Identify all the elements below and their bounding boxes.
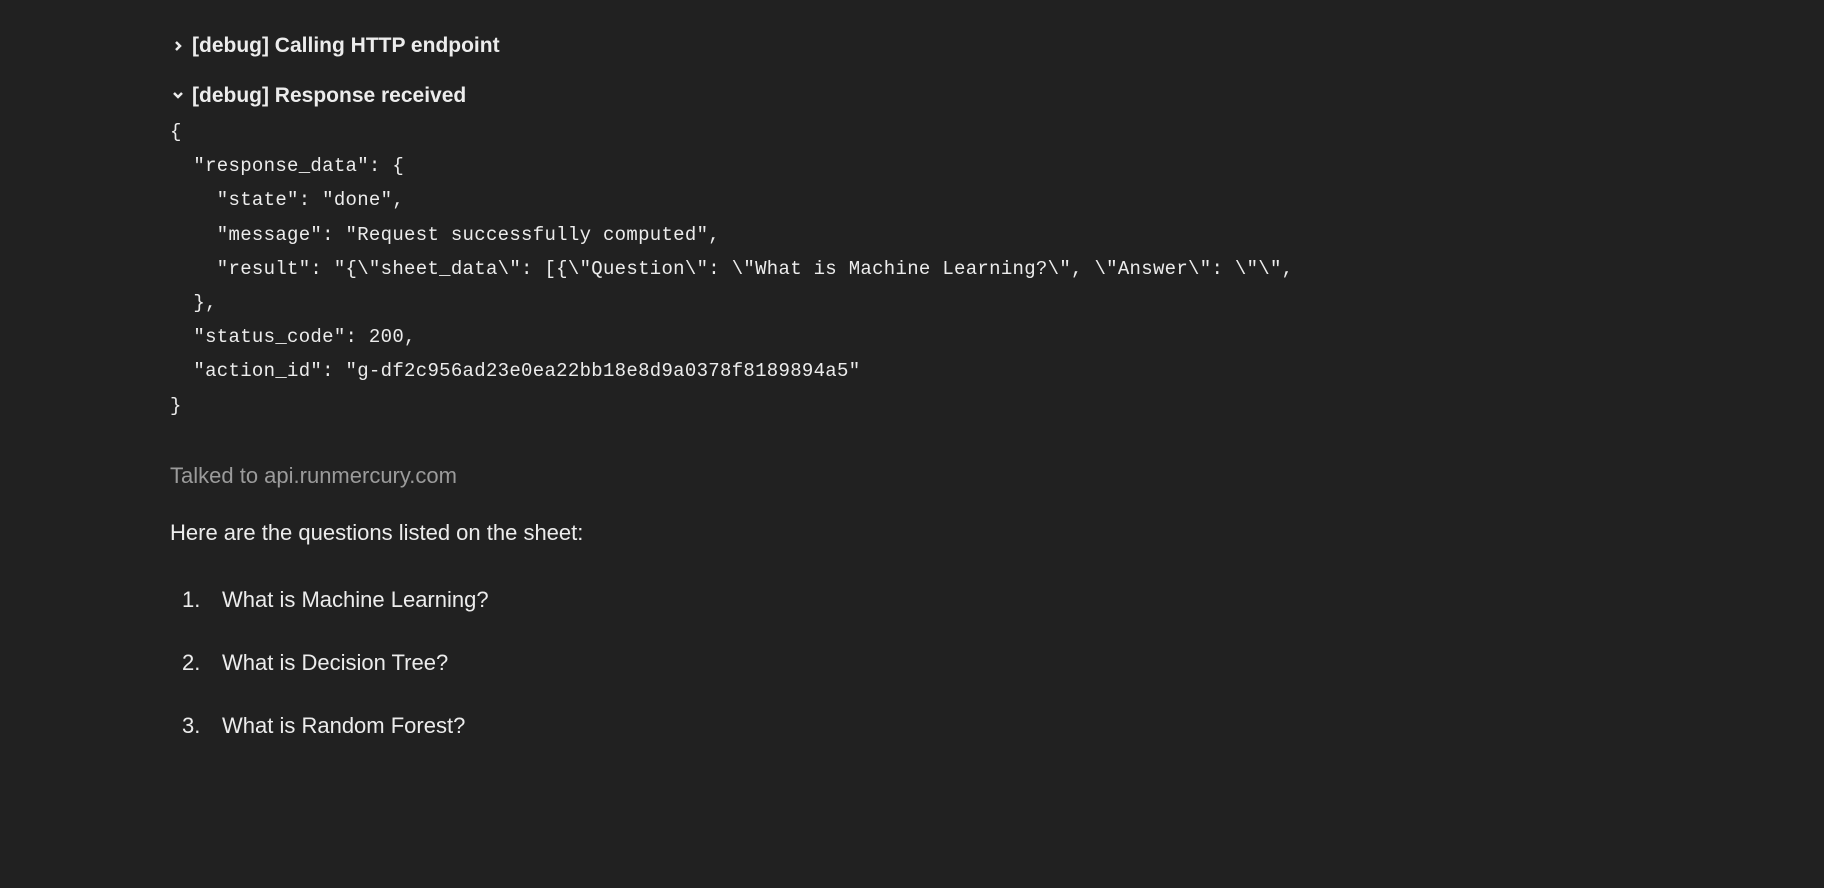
chevron-right-icon: [170, 40, 186, 52]
debug-label-calling: [debug] Calling HTTP endpoint: [192, 30, 500, 62]
debug-section-collapsed: [debug] Calling HTTP endpoint: [170, 30, 1824, 62]
chevron-down-icon: [170, 89, 186, 101]
question-text: What is Decision Tree?: [222, 646, 448, 679]
debug-toggle-response[interactable]: [debug] Response received: [170, 80, 1824, 112]
intro-text: Here are the questions listed on the she…: [170, 516, 1824, 549]
debug-response-body: { "response_data": { "state": "done", "m…: [170, 115, 1824, 423]
talked-to-status: Talked to api.runmercury.com: [170, 459, 1824, 492]
list-item: What is Random Forest?: [182, 709, 1824, 742]
question-text: What is Machine Learning?: [222, 583, 489, 616]
list-item: What is Decision Tree?: [182, 646, 1824, 679]
list-item: What is Machine Learning?: [182, 583, 1824, 616]
debug-toggle-calling[interactable]: [debug] Calling HTTP endpoint: [170, 30, 1824, 62]
questions-list: What is Machine Learning? What is Decisi…: [170, 583, 1824, 742]
question-text: What is Random Forest?: [222, 709, 465, 742]
debug-section-expanded: [debug] Response received { "response_da…: [170, 80, 1824, 423]
debug-label-response: [debug] Response received: [192, 80, 466, 112]
